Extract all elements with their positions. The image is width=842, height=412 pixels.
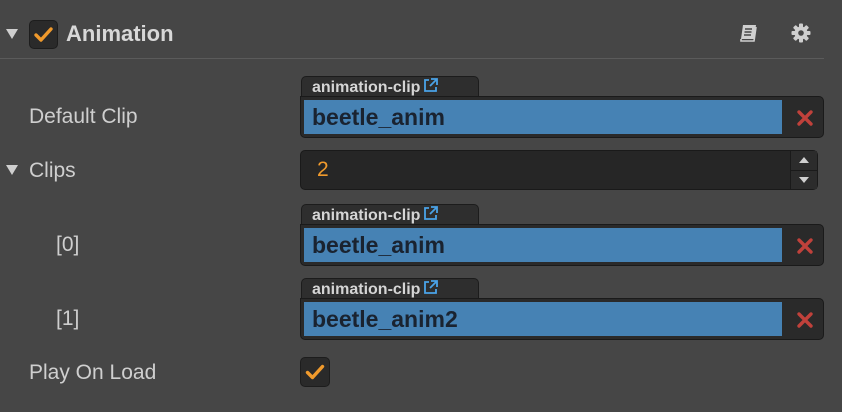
animation-component-panel: Animation Default Clip animation-clip be… [0, 0, 842, 412]
default-clip-field[interactable]: beetle_anim [300, 96, 824, 138]
play-on-load-checkbox[interactable] [300, 357, 330, 387]
clip-0-label: [0] [56, 233, 80, 256]
clip-1-label: [1] [56, 307, 80, 330]
asset-type-label: animation-clip [312, 281, 421, 298]
fold-arrow-icon[interactable] [6, 29, 18, 39]
clear-x-icon[interactable] [793, 106, 817, 130]
asset-type-label: animation-clip [312, 79, 421, 96]
clip-1-value[interactable]: beetle_anim2 [304, 302, 782, 336]
clips-count-stepper[interactable] [790, 151, 817, 189]
clip-1-field[interactable]: beetle_anim2 [300, 298, 824, 340]
clip-0-value[interactable]: beetle_anim [304, 228, 782, 262]
default-clip-value[interactable]: beetle_anim [304, 100, 782, 134]
play-on-load-label: Play On Load [29, 361, 157, 384]
checkmark-icon [305, 364, 325, 380]
clips-count-field[interactable]: 2 [300, 150, 818, 190]
clips-count-value[interactable]: 2 [317, 157, 329, 183]
component-title: Animation [66, 21, 174, 46]
asset-type-label: animation-clip [312, 207, 421, 224]
component-enabled-checkbox[interactable] [29, 20, 58, 49]
component-header[interactable]: Animation [0, 0, 842, 58]
book-icon[interactable] [738, 22, 760, 44]
clips-fold-arrow-icon[interactable] [6, 165, 18, 175]
stepper-down-icon[interactable] [791, 170, 817, 189]
default-clip-label: Default Clip [29, 105, 138, 128]
checkmark-icon [34, 27, 53, 42]
clear-x-icon[interactable] [793, 308, 817, 332]
clip-0-field[interactable]: beetle_anim [300, 224, 824, 266]
stepper-up-icon[interactable] [791, 151, 817, 171]
header-divider [0, 58, 824, 59]
clear-x-icon[interactable] [793, 234, 817, 258]
clips-label: Clips [29, 159, 76, 182]
gear-icon[interactable] [790, 22, 812, 44]
